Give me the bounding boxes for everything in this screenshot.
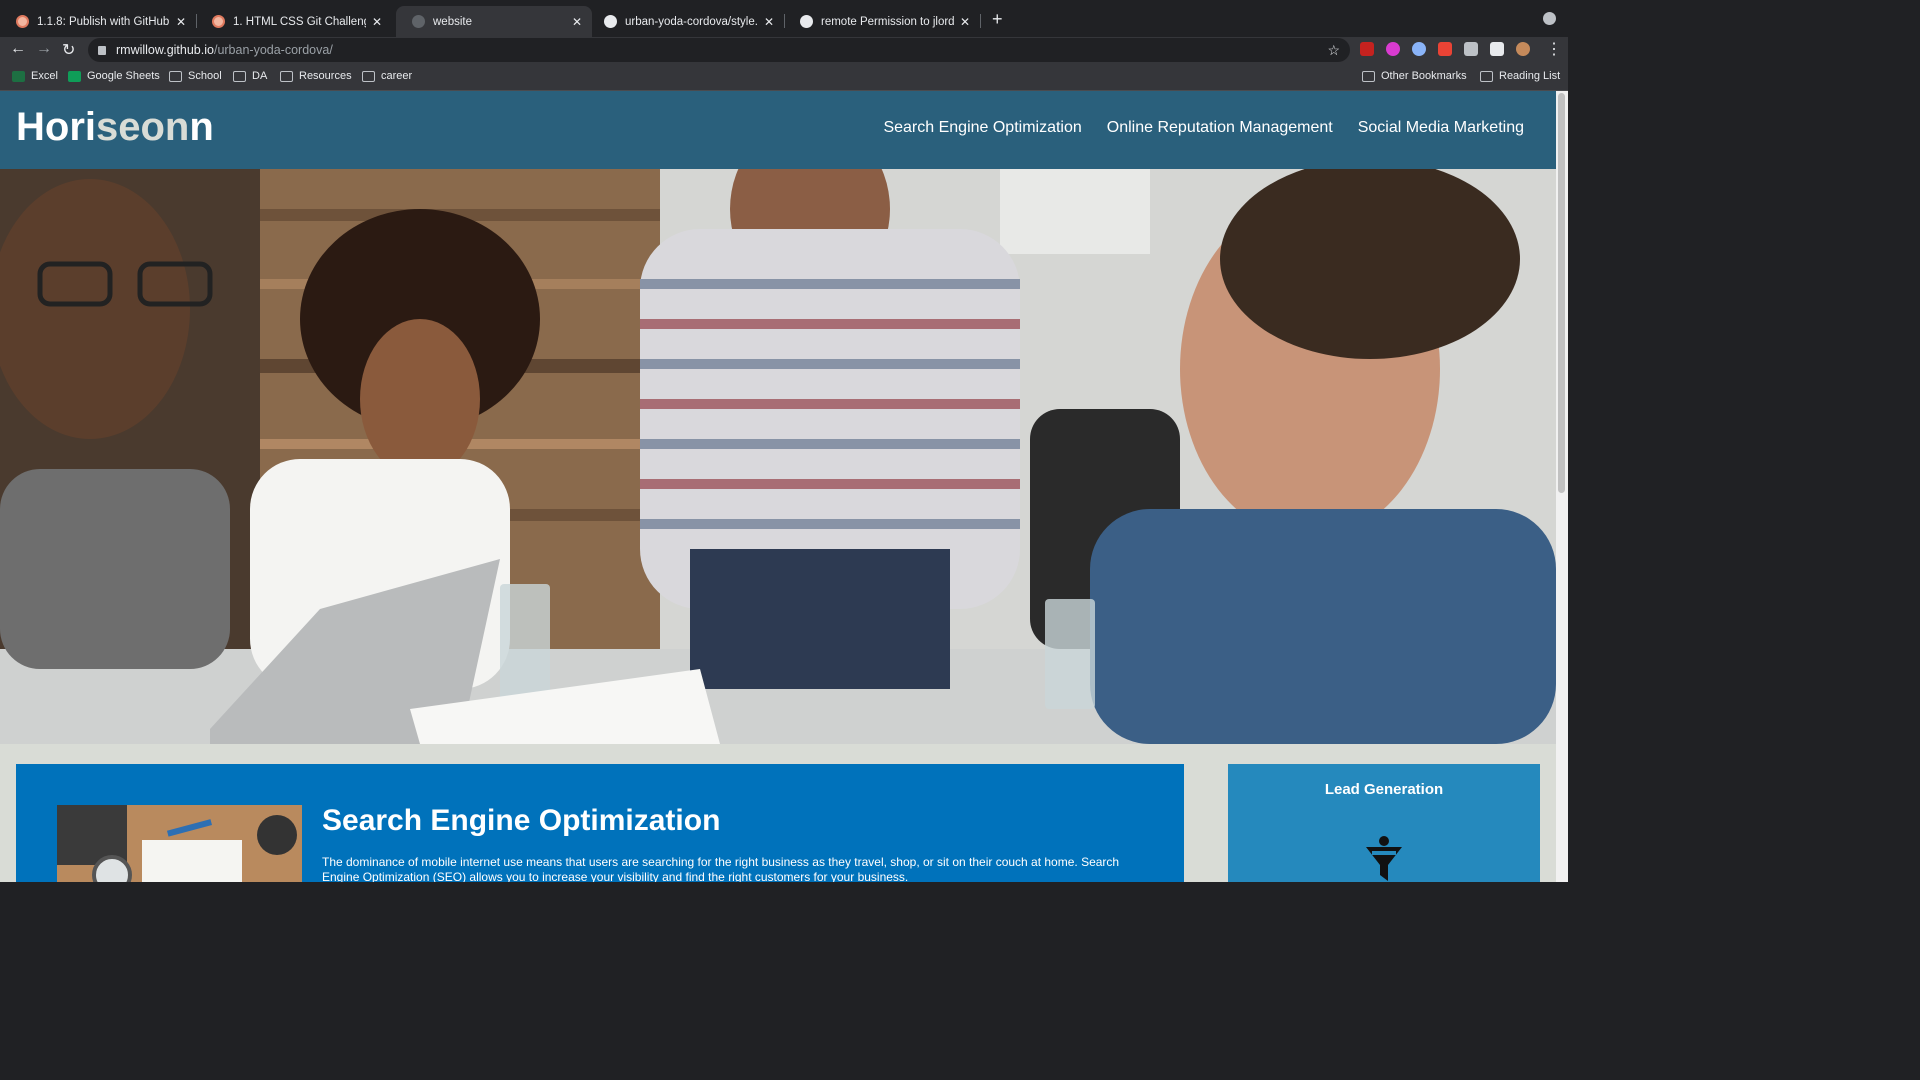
close-icon[interactable]: ✕: [764, 15, 774, 29]
bookmarks-bar: Excel Google Sheets School DA Resources …: [0, 64, 1568, 91]
seo-image: [57, 805, 302, 882]
folder-icon: [169, 70, 182, 82]
tab-title: 1.1.8: Publish with GitHub Pages: [37, 15, 170, 28]
puzzle-icon[interactable]: [1490, 42, 1504, 56]
bookmark-label: Other Bookmarks: [1381, 70, 1467, 82]
github-icon: [800, 15, 813, 28]
bookmark-excel[interactable]: Excel: [12, 70, 58, 82]
course-icon: [16, 15, 29, 28]
avatar[interactable]: [1516, 42, 1530, 56]
tab-search-button[interactable]: [1543, 12, 1556, 25]
section-text: The dominance of mobile internet use mea…: [322, 855, 1120, 882]
extension-icon[interactable]: [1438, 42, 1452, 56]
bookmark-star-icon[interactable]: ☆: [1327, 42, 1340, 59]
benefit-title: Lead Generation: [1324, 781, 1444, 798]
logo-tail-text: n: [189, 105, 214, 149]
address-bar[interactable]: rmwillow.github.io /urban-yoda-cordova/ …: [88, 38, 1350, 62]
browser-toolbar: ← → ↻ rmwillow.github.io /urban-yoda-cor…: [0, 37, 1568, 64]
tab-remote-permission[interactable]: remote Permission to jlord/patch ✕: [784, 6, 981, 37]
folder-icon: [280, 70, 293, 82]
close-icon[interactable]: ✕: [960, 15, 970, 29]
bookmark-other[interactable]: Other Bookmarks: [1362, 70, 1467, 82]
reading-list-icon: [1480, 70, 1493, 82]
bookmark-label: Google Sheets: [87, 70, 160, 82]
course-icon: [212, 15, 225, 28]
logo-accent-text: seon: [96, 105, 190, 149]
extension-icon[interactable]: [1464, 42, 1478, 56]
web-page: Horiseonn Search Engine Optimization Onl…: [0, 91, 1556, 882]
bookmark-label: DA: [252, 70, 268, 82]
folder-icon: [1362, 70, 1375, 82]
tab-publish[interactable]: 1.1.8: Publish with GitHub Pages ✕: [0, 6, 197, 37]
tab-style-css[interactable]: urban-yoda-cordova/style.css ✕: [588, 6, 785, 37]
close-icon[interactable]: ✕: [372, 15, 382, 29]
page-scrollbar[interactable]: [1556, 91, 1568, 882]
bookmark-label: Resources: [299, 70, 352, 82]
extension-icon[interactable]: [1412, 42, 1426, 56]
menu-dots-icon[interactable]: ⋮: [1546, 39, 1562, 59]
tab-title: urban-yoda-cordova/style.css: [625, 15, 758, 28]
github-icon: [604, 15, 617, 28]
lock-icon: [98, 45, 106, 55]
bookmark-career[interactable]: career: [362, 70, 412, 82]
sheets-icon: [68, 70, 81, 82]
tab-website[interactable]: website ✕: [396, 6, 592, 37]
bookmark-google-sheets[interactable]: Google Sheets: [68, 70, 160, 82]
extension-icon[interactable]: [1386, 42, 1400, 56]
site-logo: Horiseonn: [16, 105, 214, 150]
tab-challenge[interactable]: 1. HTML CSS Git Challenge: Code ✕: [196, 6, 392, 37]
folder-icon: [362, 70, 375, 82]
folder-icon: [233, 70, 246, 82]
nav-link-reputation[interactable]: Online Reputation Management: [1107, 119, 1333, 137]
reading-list[interactable]: Reading List: [1480, 70, 1560, 82]
nav-link-social-media[interactable]: Social Media Marketing: [1358, 119, 1524, 137]
lead-generation-icon: [1366, 836, 1402, 881]
seo-section: Search Engine Optimization The dominance…: [16, 764, 1184, 882]
nav-link-seo[interactable]: Search Engine Optimization: [883, 119, 1081, 137]
benefit-lead-generation: Lead Generation: [1228, 764, 1540, 882]
close-icon[interactable]: ✕: [176, 15, 186, 29]
address-path: /urban-yoda-cordova/: [213, 43, 333, 57]
site-header: Horiseonn Search Engine Optimization Onl…: [0, 91, 1556, 169]
excel-icon: [12, 70, 25, 82]
new-tab-button[interactable]: +: [992, 9, 1003, 30]
bookmark-label: career: [381, 70, 413, 82]
bookmark-label: Excel: [31, 70, 58, 82]
hero-image: [0, 169, 1556, 744]
bookmark-label: School: [188, 70, 222, 82]
bookmark-resources[interactable]: Resources: [280, 70, 352, 82]
address-host: rmwillow.github.io: [116, 43, 214, 57]
globe-icon: [412, 15, 425, 28]
extension-icon[interactable]: [1360, 42, 1374, 56]
section-title: Search Engine Optimization: [322, 804, 721, 837]
tab-title: 1. HTML CSS Git Challenge: Code: [233, 15, 366, 28]
site-nav: Search Engine Optimization Online Reputa…: [883, 119, 1524, 137]
scrollbar-thumb[interactable]: [1558, 93, 1565, 493]
logo-text: Hori: [16, 105, 96, 149]
tab-title: remote Permission to jlord/patch: [821, 15, 954, 28]
bookmark-school[interactable]: School: [169, 70, 222, 82]
tab-strip: 1.1.8: Publish with GitHub Pages ✕ 1. HT…: [0, 0, 1568, 37]
tab-title: website: [433, 15, 472, 28]
back-arrow-icon[interactable]: ←: [10, 40, 26, 58]
bookmark-da[interactable]: DA: [233, 70, 267, 82]
close-icon[interactable]: ✕: [572, 15, 582, 29]
forward-arrow-icon[interactable]: →: [36, 40, 52, 58]
bookmark-label: Reading List: [1499, 70, 1561, 82]
reload-icon[interactable]: ↻: [62, 40, 75, 60]
